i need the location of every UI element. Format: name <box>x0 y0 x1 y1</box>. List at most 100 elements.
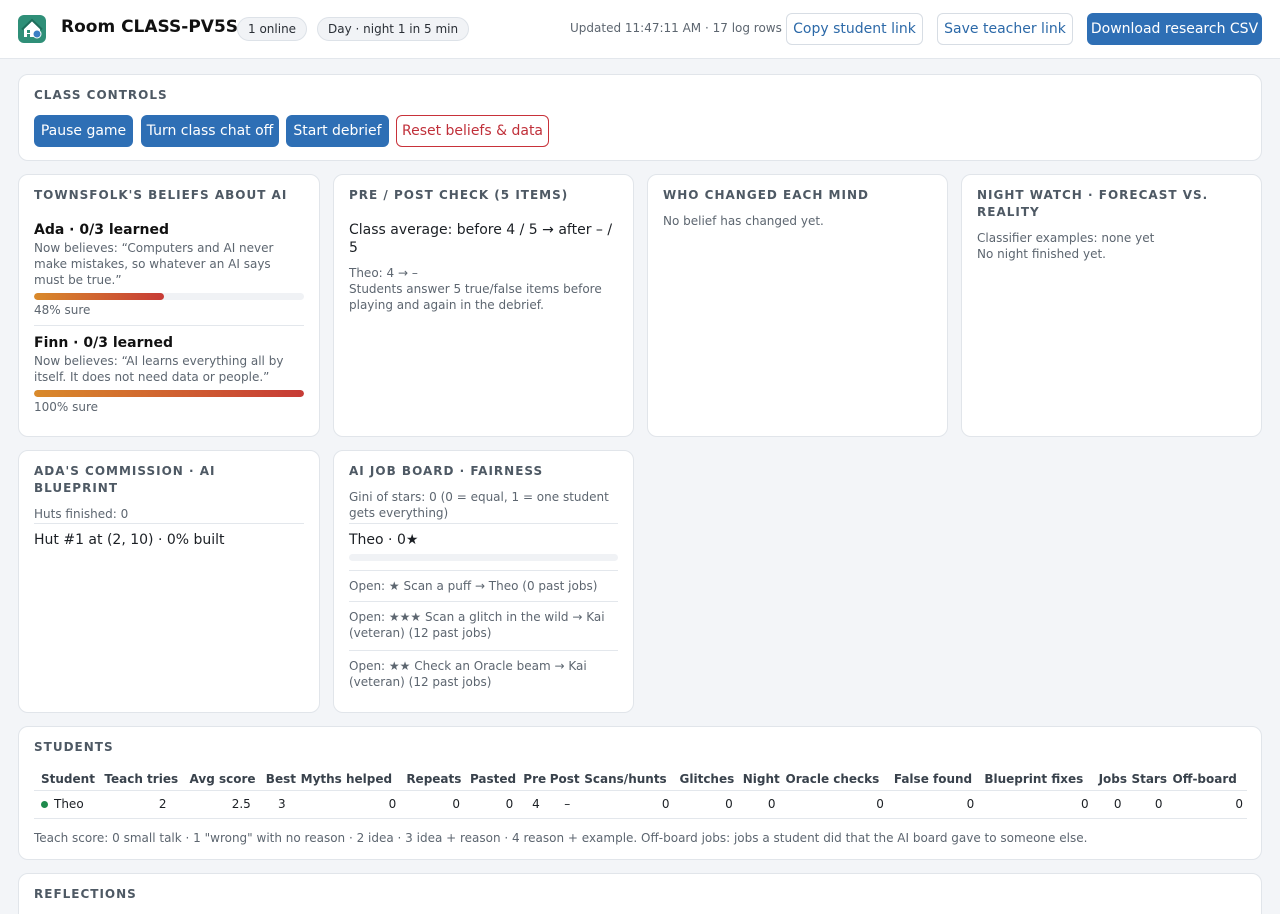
class-controls-panel: CLASS CONTROLS Pause game Turn class cha… <box>18 74 1262 161</box>
table-header-row: Student Teach tries Avg score Best Myths… <box>34 768 1247 791</box>
class-average: Class average: before 4 / 5 → after – / … <box>349 222 613 256</box>
column-header[interactable]: Stars <box>1131 768 1173 791</box>
townsfolk-name: Finn · 0/3 learned <box>34 335 173 351</box>
open-job[interactable]: Open: ★★ Check an Oracle beam → Kai (vet… <box>349 658 618 690</box>
day-night-cycle-badge: Day · night 1 in 5 min <box>317 17 470 41</box>
students-footnote: Teach score: 0 small talk · 1 "wrong" wi… <box>34 831 1088 845</box>
mind-changes-empty: No belief has changed yet. <box>663 214 824 228</box>
column-header[interactable]: Glitches <box>679 768 743 791</box>
divider <box>349 523 618 524</box>
app-logo-icon <box>18 15 46 43</box>
column-header[interactable]: False found <box>893 768 985 791</box>
table-cell: 0 <box>785 790 894 819</box>
table-cell: 2 <box>104 790 190 819</box>
night-watch-panel: NIGHT WATCH · FORECAST VS. REALITY Class… <box>961 174 1262 437</box>
hut-progress: Hut #1 at (2, 10) · 0% built <box>34 532 225 548</box>
divider <box>349 601 618 602</box>
table-cell: 0 <box>1098 790 1132 819</box>
table-cell: 0 <box>584 790 680 819</box>
open-job[interactable]: Open: ★ Scan a puff → Theo (0 past jobs) <box>349 578 618 594</box>
belief-entry: Ada · 0/3 learned Now believes: “Compute… <box>34 221 304 318</box>
divider <box>34 325 304 326</box>
top-bar: Room CLASS-PV5S 1 online Day · night 1 i… <box>0 0 1280 59</box>
table-cell: 0 <box>893 790 985 819</box>
reflections-panel: REFLECTIONS <box>18 873 1262 914</box>
pre-post-note: Students answer 5 true/false items befor… <box>349 282 602 312</box>
table-cell: 2.5 <box>189 790 266 819</box>
column-header[interactable]: Night <box>742 768 786 791</box>
column-header[interactable]: Teach tries <box>104 768 190 791</box>
toggle-class-chat-button[interactable]: Turn class chat off <box>141 115 279 147</box>
certainty-label: 100% sure <box>34 400 99 414</box>
commission-title: ADA'S COMMISSION · AI BLUEPRINT <box>34 464 216 495</box>
column-header[interactable]: Myths helped <box>300 768 407 791</box>
mind-changes-panel: WHO CHANGED EACH MIND No belief has chan… <box>647 174 948 437</box>
student-name: Theo <box>54 797 84 811</box>
night-watch-title: NIGHT WATCH · FORECAST VS. REALITY <box>977 188 1209 219</box>
online-count-badge: 1 online <box>237 17 308 41</box>
column-header[interactable]: Blueprint fixes <box>984 768 1099 791</box>
pre-post-title: PRE / POST CHECK (5 ITEMS) <box>349 188 569 202</box>
certainty-bar-fill <box>34 293 164 300</box>
students-title: STUDENTS <box>34 740 114 754</box>
reflections-title: REFLECTIONS <box>34 887 137 901</box>
gini-of-stars: Gini of stars: 0 (0 = equal, 1 = one stu… <box>349 490 609 520</box>
townsfolk-name: Ada · 0/3 learned <box>34 222 169 238</box>
last-updated-status: Updated 11:47:11 AM · 17 log rows <box>570 21 782 35</box>
table-cell: 0 <box>1172 790 1247 819</box>
open-job[interactable]: Open: ★★★ Scan a glitch in the wild → Ka… <box>349 609 618 641</box>
save-teacher-link-button[interactable]: Save teacher link <box>937 13 1073 45</box>
student-name-cell: Theo <box>34 790 105 819</box>
certainty-bar <box>34 390 304 397</box>
pre-post-check-panel: PRE / POST CHECK (5 ITEMS) Class average… <box>333 174 634 437</box>
table-row: Theo 2 2.5 3 0 0 0 4 – 0 0 0 0 0 0 0 0 0 <box>34 790 1247 819</box>
table-cell: 0 <box>300 790 407 819</box>
table-cell: 0 <box>469 790 524 819</box>
ai-blueprint-panel: ADA'S COMMISSION · AI BLUEPRINT Huts fin… <box>18 450 320 713</box>
divider <box>349 570 618 571</box>
table-cell: 0 <box>984 790 1099 819</box>
table-cell: 0 <box>742 790 786 819</box>
student-pre-post: Theo: 4 → – <box>349 266 418 280</box>
students-panel: STUDENTS Student Teach tries Avg score B… <box>18 726 1262 860</box>
belief-entry: Finn · 0/3 learned Now believes: “AI lea… <box>34 334 304 415</box>
divider <box>349 650 618 651</box>
column-header[interactable]: Jobs <box>1098 768 1132 791</box>
room-title: Room CLASS-PV5S <box>61 17 239 37</box>
column-header[interactable]: Avg score <box>189 768 266 791</box>
column-header[interactable]: Best <box>265 768 301 791</box>
column-header[interactable]: Scans/hunts <box>584 768 680 791</box>
student-stars: Theo · 0★ <box>349 532 419 548</box>
classifier-examples: Classifier examples: none yet <box>977 231 1155 245</box>
table-cell: 0 <box>1131 790 1173 819</box>
table-cell: 4 <box>523 790 550 819</box>
townsfolk-beliefs-panel: TOWNSFOLK'S BELIEFS ABOUT AI Ada · 0/3 l… <box>18 174 320 437</box>
column-header[interactable]: Pasted <box>469 768 524 791</box>
stars-bar <box>349 554 618 561</box>
download-research-csv-button[interactable]: Download research CSV <box>1087 13 1262 45</box>
mind-changes-title: WHO CHANGED EACH MIND <box>663 188 869 202</box>
column-header[interactable]: Off-board <box>1172 768 1247 791</box>
certainty-bar-fill <box>34 390 304 397</box>
table-cell: 0 <box>406 790 470 819</box>
reset-beliefs-button[interactable]: Reset beliefs & data <box>396 115 549 147</box>
copy-student-link-button[interactable]: Copy student link <box>786 13 923 45</box>
certainty-label: 48% sure <box>34 303 91 317</box>
column-header[interactable]: Repeats <box>406 768 470 791</box>
belief-text: Now believes: “AI learns everything all … <box>34 354 284 384</box>
beliefs-title: TOWNSFOLK'S BELIEFS ABOUT AI <box>34 188 288 202</box>
column-header[interactable]: Post <box>549 768 585 791</box>
certainty-bar <box>34 293 304 300</box>
column-header[interactable]: Pre <box>523 768 550 791</box>
huts-finished: Huts finished: 0 <box>34 507 129 521</box>
ai-job-board-panel: AI JOB BOARD · FAIRNESS Gini of stars: 0… <box>333 450 634 713</box>
column-header[interactable]: Student <box>34 768 105 791</box>
job-board-title: AI JOB BOARD · FAIRNESS <box>349 464 544 478</box>
night-status: No night finished yet. <box>977 247 1106 261</box>
start-debrief-button[interactable]: Start debrief <box>286 115 389 147</box>
table-cell: 0 <box>679 790 743 819</box>
divider <box>34 523 304 524</box>
pause-game-button[interactable]: Pause game <box>34 115 133 147</box>
column-header[interactable]: Oracle checks <box>785 768 894 791</box>
belief-text: Now believes: “Computers and AI never ma… <box>34 241 274 287</box>
